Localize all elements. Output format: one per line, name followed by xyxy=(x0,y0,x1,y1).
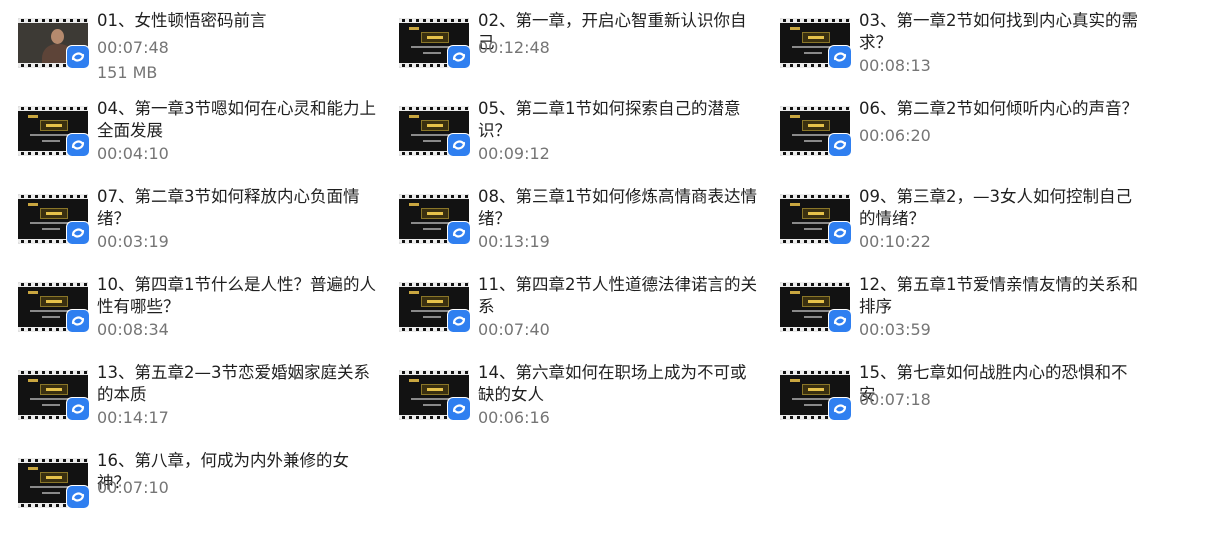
video-duration: 00:12:48 xyxy=(478,38,550,57)
video-file-item[interactable]: 04、第一章3节嗯如何在心灵和能力上全面发展 00:04:10 xyxy=(0,96,376,180)
video-file-item[interactable]: 14、第六章如何在职场上成为不可或缺的女人 00:06:16 xyxy=(381,360,751,444)
cloud-sync-icon xyxy=(829,398,851,420)
video-title: 10、第四章1节什么是人性？普遍的人性有哪些？ xyxy=(97,275,376,316)
cloud-sync-icon xyxy=(67,134,89,156)
video-file-item[interactable]: 07、第二章3节如何释放内心负面情绪？ 00:03:19 xyxy=(0,184,370,268)
video-duration: 00:07:10 xyxy=(97,478,169,497)
video-file-item[interactable]: 03、第一章2节如何找到内心真实的需求？ 00:08:13 xyxy=(762,8,1138,92)
video-title: 12、第五章1节爱情亲情友情的关系和排序 xyxy=(859,275,1138,316)
cloud-sync-icon xyxy=(67,46,89,68)
video-file-item[interactable]: 16、第八章，何成为内外兼修的女神？ 00:07:10 xyxy=(0,448,370,532)
video-title: 13、第五章2—3节恋爱婚姻家庭关系的本质 xyxy=(97,363,370,404)
cloud-sync-icon xyxy=(448,134,470,156)
video-title: 08、第三章1节如何修炼高情商表达情绪？ xyxy=(478,187,757,228)
video-file-item[interactable]: 02、第一章，开启心智重新认识你自己 00:12:48 xyxy=(381,8,751,92)
video-title: 06、第二章2节如何倾听内心的声音？ xyxy=(859,99,1138,118)
cloud-sync-icon xyxy=(67,310,89,332)
video-file-item[interactable]: 11、第四章2节人性道德法律诺言的关系 00:07:40 xyxy=(381,272,757,356)
video-duration: 00:09:12 xyxy=(478,144,550,163)
video-duration: 00:08:13 xyxy=(859,56,931,75)
video-duration: 00:04:10 xyxy=(97,144,169,163)
video-duration: 00:07:40 xyxy=(478,320,550,339)
video-file-item[interactable]: 13、第五章2—3节恋爱婚姻家庭关系的本质 00:14:17 xyxy=(0,360,370,444)
cloud-sync-icon xyxy=(448,222,470,244)
cloud-sync-icon xyxy=(67,398,89,420)
video-file-item[interactable]: 06、第二章2节如何倾听内心的声音？ 00:06:20 xyxy=(762,96,1138,180)
video-file-item[interactable]: 09、第三章2，—3女人如何控制自己的情绪？ 00:10:22 xyxy=(762,184,1132,268)
video-title: 03、第一章2节如何找到内心真实的需求？ xyxy=(859,11,1138,52)
video-duration: 00:13:19 xyxy=(478,232,550,251)
video-title: 09、第三章2，—3女人如何控制自己的情绪？ xyxy=(859,187,1132,228)
video-file-item[interactable]: 10、第四章1节什么是人性？普遍的人性有哪些？ 00:08:34 xyxy=(0,272,376,356)
video-file-item[interactable]: 05、第二章1节如何探索自己的潜意识？ 00:09:12 xyxy=(381,96,751,180)
video-title: 07、第二章3节如何释放内心负面情绪？ xyxy=(97,187,360,228)
video-title: 11、第四章2节人性道德法律诺言的关系 xyxy=(478,275,757,316)
cloud-sync-icon xyxy=(448,398,470,420)
video-duration: 00:06:16 xyxy=(478,408,550,427)
video-duration: 00:10:22 xyxy=(859,232,931,251)
video-file-item[interactable]: 12、第五章1节爱情亲情友情的关系和排序 00:03:59 xyxy=(762,272,1138,356)
video-title: 05、第二章1节如何探索自己的潜意识？ xyxy=(478,99,741,140)
video-duration: 00:03:19 xyxy=(97,232,169,251)
cloud-sync-icon xyxy=(829,222,851,244)
video-file-size: 151 MB xyxy=(97,63,158,82)
video-duration: 00:07:18 xyxy=(859,390,931,409)
video-title: 14、第六章如何在职场上成为不可或缺的女人 xyxy=(478,363,747,404)
video-file-grid: 01、女性顿悟密码前言 00:07:48 151 MB 02、第一章，开启心智重新认识… xyxy=(0,0,1214,543)
video-duration: 00:14:17 xyxy=(97,408,169,427)
cloud-sync-icon xyxy=(448,310,470,332)
cloud-sync-icon xyxy=(67,486,89,508)
cloud-sync-icon xyxy=(829,134,851,156)
video-duration: 00:08:34 xyxy=(97,320,169,339)
cloud-sync-icon xyxy=(448,46,470,68)
video-duration: 00:06:20 xyxy=(859,126,931,145)
video-file-item[interactable]: 15、第七章如何战胜内心的恐惧和不安 00:07:18 xyxy=(762,360,1132,444)
video-file-item[interactable]: 08、第三章1节如何修炼高情商表达情绪？ 00:13:19 xyxy=(381,184,757,268)
video-title: 04、第一章3节嗯如何在心灵和能力上全面发展 xyxy=(97,99,376,140)
cloud-sync-icon xyxy=(67,222,89,244)
video-title: 01、女性顿悟密码前言 xyxy=(97,11,267,30)
cloud-sync-icon xyxy=(829,310,851,332)
cloud-sync-icon xyxy=(829,46,851,68)
video-duration: 00:03:59 xyxy=(859,320,931,339)
video-file-item[interactable]: 01、女性顿悟密码前言 00:07:48 151 MB xyxy=(0,8,370,92)
video-duration: 00:07:48 xyxy=(97,38,169,57)
